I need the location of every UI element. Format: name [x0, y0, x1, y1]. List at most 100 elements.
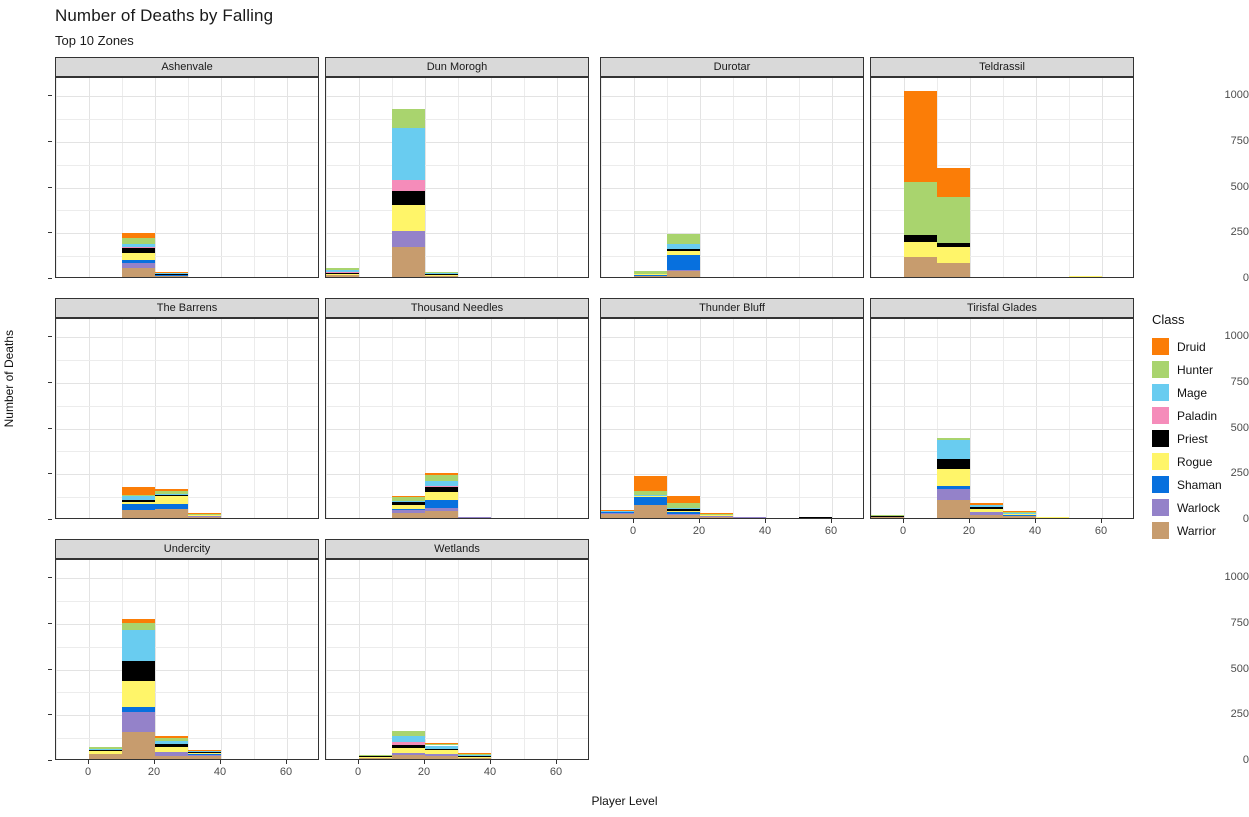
- bar-segment: [458, 754, 491, 757]
- bar-segment: [937, 440, 970, 460]
- gridline-horizontal: [871, 497, 1133, 499]
- bar-segment: [458, 516, 491, 518]
- gridline-vertical: [287, 560, 288, 759]
- gridline-horizontal: [871, 405, 1133, 407]
- facet-strip-label: Dun Morogh: [325, 57, 589, 77]
- bar-segment: [425, 491, 458, 501]
- gridline-vertical: [188, 560, 189, 759]
- legend-item[interactable]: Warlock: [1152, 496, 1222, 519]
- x-tick-mark: [358, 760, 359, 764]
- gridline-vertical: [89, 560, 90, 759]
- y-tick-mark: [48, 760, 52, 761]
- bar-segment: [634, 271, 667, 274]
- x-tick-label: 60: [824, 525, 838, 537]
- gridline-horizontal: [56, 337, 318, 339]
- gridline-vertical: [359, 319, 360, 518]
- x-tick-mark: [490, 760, 491, 764]
- gridline-horizontal: [326, 601, 588, 603]
- bar-segment: [155, 752, 188, 757]
- gridline-vertical: [155, 78, 156, 277]
- gridline-horizontal: [326, 187, 588, 189]
- gridline-vertical: [524, 319, 525, 518]
- legend-item-label: Warlock: [1177, 500, 1220, 515]
- gridline-vertical: [1003, 319, 1004, 518]
- facet-panel: The Barrens: [55, 298, 319, 519]
- bar-segment: [155, 746, 188, 752]
- plot-area: [325, 559, 589, 760]
- gridline-vertical: [326, 319, 327, 518]
- gridline-horizontal: [56, 451, 318, 453]
- bar-segment: [155, 509, 188, 518]
- gridline-horizontal: [326, 337, 588, 339]
- gridline-horizontal: [56, 601, 318, 603]
- x-tick-label: 20: [417, 766, 431, 778]
- gridline-vertical: [1102, 78, 1103, 277]
- legend-item[interactable]: Paladin: [1152, 404, 1222, 427]
- gridline-vertical: [970, 319, 971, 518]
- bar-segment: [937, 242, 970, 248]
- legend-item[interactable]: Druid: [1152, 335, 1222, 358]
- bar-segment: [937, 489, 970, 501]
- gridline-horizontal: [326, 738, 588, 740]
- bar-segment: [937, 468, 970, 487]
- x-tick-mark: [220, 760, 221, 764]
- bar-segment: [122, 629, 155, 662]
- bar-segment: [392, 747, 425, 753]
- gridline-horizontal: [56, 715, 318, 717]
- gridline-horizontal: [326, 96, 588, 98]
- bar-segment: [122, 503, 155, 510]
- x-tick-mark: [1101, 519, 1102, 523]
- x-tick-mark: [88, 760, 89, 764]
- bar-segment: [326, 267, 359, 270]
- facet-panel: Dun Morogh: [325, 57, 589, 278]
- gridline-horizontal: [56, 646, 318, 648]
- x-tick-mark: [424, 760, 425, 764]
- legend-item[interactable]: Shaman: [1152, 473, 1222, 496]
- y-tick-mark: [48, 278, 52, 279]
- bar-segment: [970, 508, 1003, 512]
- bar-segment: [392, 108, 425, 128]
- bar-segment: [425, 510, 458, 518]
- legend-item[interactable]: Priest: [1152, 427, 1222, 450]
- bar-segment: [122, 237, 155, 245]
- gridline-horizontal: [326, 692, 588, 694]
- gridline-vertical: [700, 319, 701, 518]
- gridline-horizontal: [871, 428, 1133, 430]
- legend-swatch-icon: [1152, 453, 1169, 470]
- gridline-horizontal: [601, 474, 863, 476]
- bar-segment: [667, 271, 700, 277]
- x-tick-mark: [699, 519, 700, 523]
- x-tick-label: 40: [213, 766, 227, 778]
- legend-title: Class: [1152, 312, 1185, 327]
- bar-segment: [937, 437, 970, 441]
- facet-strip-label: Thunder Bluff: [600, 298, 864, 318]
- facet-strip-label: Teldrassil: [870, 57, 1134, 77]
- legend-item[interactable]: Mage: [1152, 381, 1222, 404]
- bar-segment: [667, 234, 700, 245]
- legend-swatch-icon: [1152, 384, 1169, 401]
- chart-root: Number of Deaths by Falling Top 10 Zones…: [0, 0, 1249, 817]
- x-tick-mark: [633, 519, 634, 523]
- legend-item[interactable]: Warrior: [1152, 519, 1222, 542]
- bar-segment: [634, 496, 667, 505]
- gridline-horizontal: [56, 233, 318, 235]
- gridline-vertical: [287, 319, 288, 518]
- gridline-vertical: [458, 78, 459, 277]
- plot-area: [600, 77, 864, 278]
- legend-item[interactable]: Hunter: [1152, 358, 1222, 381]
- gridline-vertical: [1069, 78, 1070, 277]
- bar-segment: [392, 191, 425, 205]
- gridline-vertical: [970, 78, 971, 277]
- facet-panel: Teldrassil: [870, 57, 1134, 278]
- gridline-vertical: [871, 319, 872, 518]
- gridline-horizontal: [56, 210, 318, 212]
- legend-item[interactable]: Rogue: [1152, 450, 1222, 473]
- gridline-vertical: [221, 560, 222, 759]
- bar-segment: [700, 512, 733, 515]
- y-tick-label: 500: [1230, 180, 1249, 193]
- gridline-vertical: [601, 78, 602, 277]
- y-tick-mark: [48, 140, 52, 142]
- bar-segment: [871, 514, 904, 516]
- legend-item-label: Druid: [1177, 339, 1206, 354]
- y-tick-label: 0: [1242, 272, 1249, 284]
